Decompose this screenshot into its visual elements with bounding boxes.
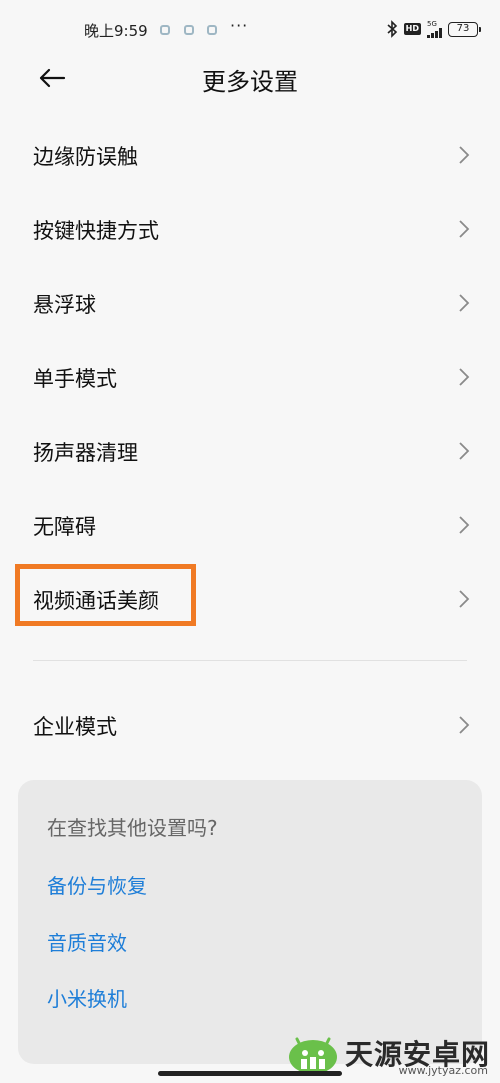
setting-label: 单手模式	[33, 367, 117, 391]
notification-icon	[184, 25, 194, 35]
home-indicator[interactable]	[158, 1071, 342, 1076]
header: 更多设置	[0, 50, 500, 106]
chevron-right-icon	[459, 220, 470, 238]
network-label: 5G	[427, 19, 437, 28]
signal-icon: 5G	[427, 19, 442, 38]
bluetooth-icon	[387, 20, 397, 38]
link-mi-mover[interactable]: 小米换机	[47, 983, 127, 1012]
setting-enterprise-mode[interactable]: 企业模式	[0, 688, 500, 762]
chevron-right-icon	[459, 368, 470, 386]
notification-icon	[160, 25, 170, 35]
setting-label: 边缘防误触	[33, 145, 138, 169]
chevron-right-icon	[459, 516, 470, 534]
battery-icon: 73	[448, 21, 481, 37]
page-title: 更多设置	[202, 68, 298, 96]
setting-speaker-cleaning[interactable]: 扬声器清理	[0, 414, 500, 488]
divider	[33, 660, 467, 661]
notification-icon	[207, 25, 217, 35]
chevron-right-icon	[459, 294, 470, 312]
chevron-right-icon	[459, 146, 470, 164]
highlight-annotation	[15, 564, 196, 626]
hd-badge: HD	[403, 23, 421, 35]
setting-label: 悬浮球	[33, 293, 96, 317]
more-notifications-icon: ···	[230, 16, 249, 35]
help-card: 在查找其他设置吗? 备份与恢复 音质音效 小米换机	[18, 780, 482, 1064]
status-bar: 晚上9:59 ··· HD 5G 73	[0, 0, 500, 56]
setting-one-hand-mode[interactable]: 单手模式	[0, 340, 500, 414]
setting-label: 扬声器清理	[33, 441, 138, 465]
setting-label: 按键快捷方式	[33, 219, 159, 243]
chevron-right-icon	[459, 590, 470, 608]
watermark: 天源安卓网 www.jytyaz.com	[287, 1031, 490, 1077]
status-time: 晚上9:59	[84, 22, 148, 40]
chevron-right-icon	[459, 442, 470, 460]
setting-label: 企业模式	[33, 715, 117, 739]
status-icons: HD 5G 73	[386, 19, 481, 39]
setting-label: 无障碍	[33, 515, 96, 539]
setting-accessibility[interactable]: 无障碍	[0, 488, 500, 562]
link-sound-quality[interactable]: 音质音效	[47, 927, 127, 956]
watermark-url: www.jytyaz.com	[398, 1064, 488, 1077]
link-backup-restore[interactable]: 备份与恢复	[47, 870, 147, 899]
chevron-right-icon	[459, 716, 470, 734]
android-logo-icon	[288, 1037, 337, 1074]
setting-edge-touch[interactable]: 边缘防误触	[0, 118, 500, 192]
setting-floating-ball[interactable]: 悬浮球	[0, 266, 500, 340]
help-title: 在查找其他设置吗?	[47, 816, 218, 840]
setting-button-shortcuts[interactable]: 按键快捷方式	[0, 192, 500, 266]
